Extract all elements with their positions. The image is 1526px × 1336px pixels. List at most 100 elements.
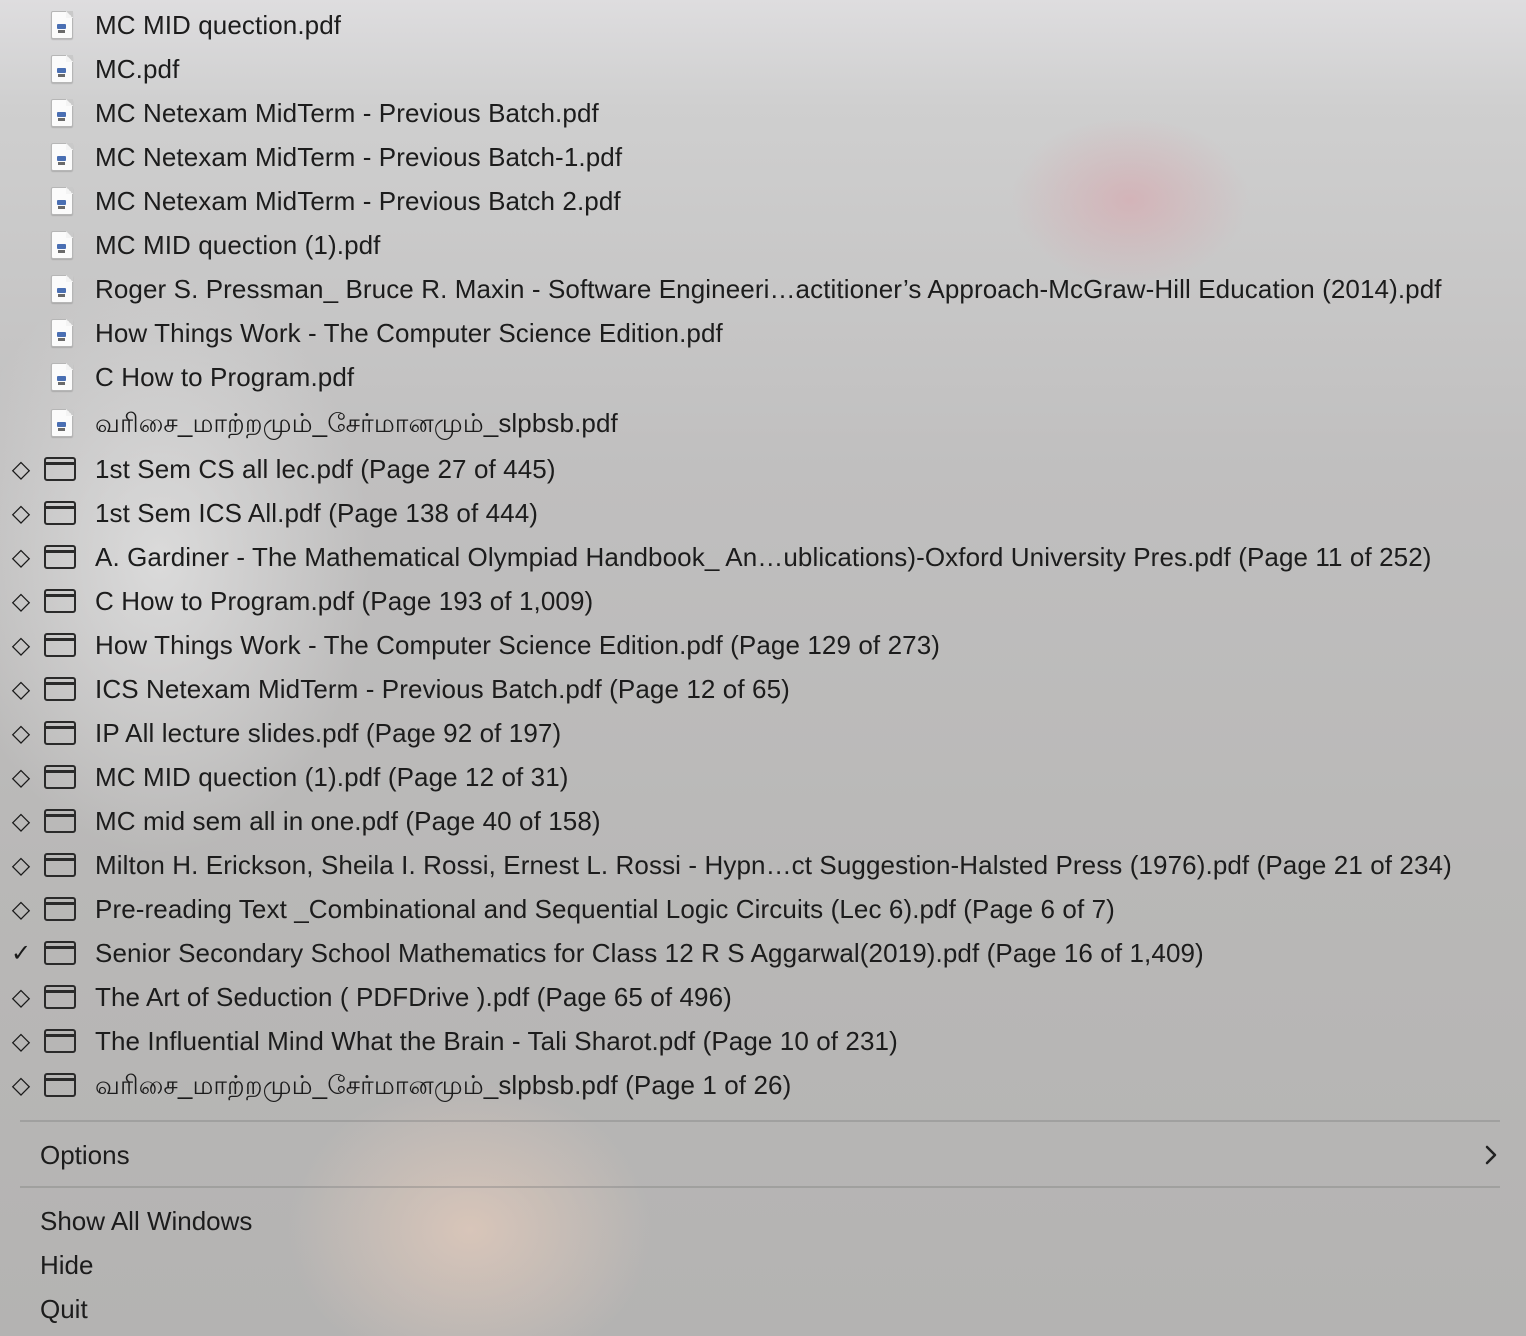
window-label: வரிசை_மாற்றமும்_சேர்மானமும்_slpbsb.pdf (… bbox=[95, 1070, 792, 1100]
window-icon bbox=[44, 1029, 76, 1053]
pdf-document-icon bbox=[51, 99, 73, 127]
window-label: A. Gardiner - The Mathematical Olympiad … bbox=[95, 542, 1432, 572]
diamond-icon: ◇ bbox=[11, 1027, 31, 1055]
recent-file-label: MC Netexam MidTerm - Previous Batch-1.pd… bbox=[95, 142, 623, 172]
recent-file-item[interactable]: C How to Program.pdf bbox=[0, 355, 1526, 399]
window-icon bbox=[44, 589, 76, 613]
diamond-icon: ◇ bbox=[11, 587, 31, 615]
diamond-icon: ◇ bbox=[11, 763, 31, 791]
pdf-document-icon bbox=[51, 231, 73, 259]
pdf-document-icon bbox=[51, 187, 73, 215]
window-item[interactable]: ◇ MC mid sem all in one.pdf (Page 40 of 1… bbox=[0, 799, 1526, 843]
window-label: 1st Sem ICS All.pdf (Page 138 of 444) bbox=[95, 498, 539, 528]
hide-label: Hide bbox=[40, 1250, 94, 1280]
diamond-icon: ◇ bbox=[11, 631, 31, 659]
show-all-windows-menu-item[interactable]: Show All Windows bbox=[0, 1199, 1526, 1243]
window-icon bbox=[44, 633, 76, 657]
diamond-icon: ◇ bbox=[11, 1071, 31, 1099]
window-icon bbox=[44, 809, 76, 833]
diamond-icon: ◇ bbox=[11, 675, 31, 703]
window-icon bbox=[44, 501, 76, 525]
show-all-windows-label: Show All Windows bbox=[40, 1206, 253, 1236]
window-icon bbox=[44, 897, 76, 921]
menu-separator bbox=[20, 1120, 1500, 1122]
diamond-icon: ◇ bbox=[11, 851, 31, 879]
checkmark-icon: ✓ bbox=[10, 939, 32, 967]
recent-file-item[interactable]: MC.pdf bbox=[0, 47, 1526, 91]
recent-file-item[interactable]: MC Netexam MidTerm - Previous Batch-1.pd… bbox=[0, 135, 1526, 179]
window-label: How Things Work - The Computer Science E… bbox=[95, 630, 941, 660]
window-icon bbox=[44, 765, 76, 789]
window-label: Senior Secondary School Mathematics for … bbox=[95, 938, 1204, 968]
recent-file-label: MC MID quection.pdf bbox=[95, 10, 342, 40]
recent-file-label: Roger S. Pressman_ Bruce R. Maxin - Soft… bbox=[95, 274, 1442, 304]
diamond-icon: ◇ bbox=[11, 807, 31, 835]
pdf-document-icon bbox=[51, 11, 73, 39]
recent-file-label: How Things Work - The Computer Science E… bbox=[95, 318, 723, 348]
window-label: MC MID quection (1).pdf (Page 12 of 31) bbox=[95, 762, 569, 792]
recent-file-item[interactable]: MC MID quection (1).pdf bbox=[0, 223, 1526, 267]
window-item[interactable]: ✓ Senior Secondary School Mathematics for… bbox=[0, 931, 1526, 975]
recent-file-item[interactable]: How Things Work - The Computer Science E… bbox=[0, 311, 1526, 355]
pdf-document-icon bbox=[51, 143, 73, 171]
pdf-document-icon bbox=[51, 55, 73, 83]
window-item[interactable]: ◇ MC MID quection (1).pdf (Page 12 of 31) bbox=[0, 755, 1526, 799]
diamond-icon: ◇ bbox=[11, 983, 31, 1011]
window-icon bbox=[44, 545, 76, 569]
options-label: Options bbox=[40, 1140, 130, 1170]
diamond-icon: ◇ bbox=[11, 543, 31, 571]
window-item[interactable]: ◇ Pre-reading Text _Combinational and Seq… bbox=[0, 887, 1526, 931]
pdf-document-icon bbox=[51, 363, 73, 391]
recent-file-label: MC.pdf bbox=[95, 54, 180, 84]
window-item[interactable]: ◇ Milton H. Erickson, Sheila I. Rossi, Er… bbox=[0, 843, 1526, 887]
window-label: Milton H. Erickson, Sheila I. Rossi, Ern… bbox=[95, 850, 1452, 880]
quit-menu-item[interactable]: Quit bbox=[0, 1287, 1526, 1331]
window-item[interactable]: ◇ IP All lecture slides.pdf (Page 92 of 1… bbox=[0, 711, 1526, 755]
window-icon bbox=[44, 721, 76, 745]
window-icon bbox=[44, 677, 76, 701]
recent-file-label: MC MID quection (1).pdf bbox=[95, 230, 381, 260]
window-icon bbox=[44, 457, 76, 481]
recent-file-item[interactable]: Roger S. Pressman_ Bruce R. Maxin - Soft… bbox=[0, 267, 1526, 311]
diamond-icon: ◇ bbox=[11, 719, 31, 747]
pdf-document-icon bbox=[51, 409, 73, 437]
recent-file-label: வரிசை_மாற்றமும்_சேர்மானமும்_slpbsb.pdf bbox=[95, 408, 618, 438]
recent-file-item[interactable]: MC Netexam MidTerm - Previous Batch.pdf bbox=[0, 91, 1526, 135]
window-label: The Influential Mind What the Brain - Ta… bbox=[95, 1026, 898, 1056]
chevron-right-icon bbox=[1479, 1133, 1503, 1177]
options-menu-item[interactable]: Options bbox=[0, 1133, 1526, 1177]
recent-file-item[interactable]: வரிசை_மாற்றமும்_சேர்மானமும்_slpbsb.pdf bbox=[0, 401, 1526, 445]
window-item[interactable]: ◇ The Influential Mind What the Brain - T… bbox=[0, 1019, 1526, 1063]
hide-menu-item[interactable]: Hide bbox=[0, 1243, 1526, 1287]
recent-file-label: MC Netexam MidTerm - Previous Batch 2.pd… bbox=[95, 186, 621, 216]
pdf-document-icon bbox=[51, 319, 73, 347]
recent-file-item[interactable]: MC Netexam MidTerm - Previous Batch 2.pd… bbox=[0, 179, 1526, 223]
diamond-icon: ◇ bbox=[11, 455, 31, 483]
window-item[interactable]: ◇ How Things Work - The Computer Science … bbox=[0, 623, 1526, 667]
window-label: 1st Sem CS all lec.pdf (Page 27 of 445) bbox=[95, 454, 556, 484]
window-item[interactable]: ◇ The Art of Seduction ( PDFDrive ).pdf (… bbox=[0, 975, 1526, 1019]
window-icon bbox=[44, 985, 76, 1009]
window-item[interactable]: ◇ வரிசை_மாற்றமும்_சேர்மானமும்_slpbsb.pdf … bbox=[0, 1063, 1526, 1107]
window-label: Pre-reading Text _Combinational and Sequ… bbox=[95, 894, 1115, 924]
window-label: MC mid sem all in one.pdf (Page 40 of 15… bbox=[95, 806, 601, 836]
menu-separator bbox=[20, 1186, 1500, 1188]
window-item[interactable]: ◇ A. Gardiner - The Mathematical Olympiad… bbox=[0, 535, 1526, 579]
window-item[interactable]: ◇ 1st Sem CS all lec.pdf (Page 27 of 445) bbox=[0, 447, 1526, 491]
window-icon bbox=[44, 1073, 76, 1097]
window-item[interactable]: ◇ 1st Sem ICS All.pdf (Page 138 of 444) bbox=[0, 491, 1526, 535]
pdf-document-icon bbox=[51, 275, 73, 303]
dock-context-menu: MC MID quection.pdf MC.pdf MC Netexam MidT… bbox=[0, 0, 1526, 1336]
recent-file-item[interactable]: MC MID quection.pdf bbox=[0, 3, 1526, 47]
quit-label: Quit bbox=[40, 1294, 88, 1324]
window-item[interactable]: ◇ ICS Netexam MidTerm - Previous Batch.pd… bbox=[0, 667, 1526, 711]
window-label: C How to Program.pdf (Page 193 of 1,009) bbox=[95, 586, 594, 616]
window-label: ICS Netexam MidTerm - Previous Batch.pdf… bbox=[95, 674, 790, 704]
window-icon bbox=[44, 941, 76, 965]
recent-file-label: MC Netexam MidTerm - Previous Batch.pdf bbox=[95, 98, 599, 128]
recent-file-label: C How to Program.pdf bbox=[95, 362, 355, 392]
diamond-icon: ◇ bbox=[11, 499, 31, 527]
window-item[interactable]: ◇ C How to Program.pdf (Page 193 of 1,009… bbox=[0, 579, 1526, 623]
window-label: IP All lecture slides.pdf (Page 92 of 19… bbox=[95, 718, 562, 748]
window-label: The Art of Seduction ( PDFDrive ).pdf (P… bbox=[95, 982, 732, 1012]
